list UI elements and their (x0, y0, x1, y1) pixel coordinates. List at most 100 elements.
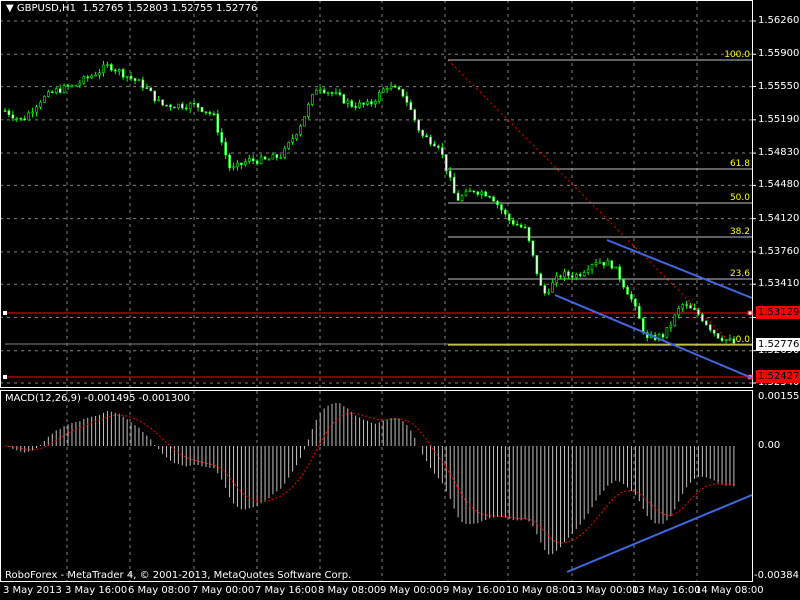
candle-body (429, 136, 432, 145)
fib-level-label: 61.8 (730, 159, 750, 169)
candle-body (23, 118, 27, 121)
candle-body (326, 92, 330, 94)
candle-body (255, 160, 259, 165)
candle-body (393, 85, 397, 88)
candle-body (409, 102, 413, 110)
candle-body (413, 109, 417, 121)
candle-body (192, 102, 196, 105)
candle-body (11, 114, 15, 119)
candle-body (444, 154, 448, 172)
candle-body (204, 111, 208, 113)
candle-body (117, 69, 121, 72)
candle-body (15, 117, 19, 120)
candle-body (492, 196, 495, 202)
candle-body (86, 76, 90, 79)
candle-body (208, 112, 212, 114)
price-axis-label: 1.53760 (758, 245, 800, 257)
candle-body (567, 271, 570, 276)
price-axis-label: 1.54120 (758, 212, 800, 224)
candle-body (263, 156, 267, 160)
candle-body (614, 266, 618, 269)
candle-body (472, 190, 476, 193)
candle-body (480, 191, 484, 195)
low-price: 1.52755 (171, 3, 213, 14)
candle-body (78, 82, 82, 86)
current-price-tag: 1.52776 (756, 338, 800, 351)
candle-body (677, 308, 681, 316)
time-axis-label: 7 May 00:00 (192, 585, 255, 596)
candle-body (405, 95, 409, 103)
candle-body (397, 87, 401, 90)
time-axis-label: 7 May 16:00 (255, 585, 318, 596)
candle-body (247, 158, 251, 162)
candle-body (161, 99, 164, 106)
candle-body (110, 64, 113, 71)
candle-body (500, 204, 503, 211)
candle-body (385, 88, 389, 90)
candle-body (598, 261, 602, 264)
time-axis-label: 13 May 00:00 (570, 585, 639, 596)
candle-body (50, 91, 54, 94)
candle-body (519, 224, 523, 228)
candle-body (318, 89, 322, 92)
copyright-footer: RoboForex - MetaTrader 4, © 2001-2013, M… (5, 570, 352, 581)
time-axis-label: 3 May 16:00 (65, 585, 128, 596)
candle-body (543, 285, 547, 294)
candle-body (452, 177, 456, 194)
close-price: 1.52776 (215, 3, 258, 14)
candle-body (94, 74, 97, 77)
candle-body (705, 320, 708, 326)
fibonacci-retracement[interactable]: 100.061.850.038.223.60.0 (0, 0, 752, 346)
chart-canvas[interactable]: 100.061.850.038.223.60.0 (0, 0, 800, 600)
candle-body (74, 84, 78, 87)
candle-body (311, 93, 314, 105)
price-axis-label: 1.54830 (758, 147, 800, 159)
macd-axis-zero: 0.00 (758, 440, 781, 451)
time-axis-label: 10 May 08:00 (506, 585, 575, 596)
candle-body (456, 192, 460, 201)
line-handle (3, 375, 7, 379)
fib-level-label: 38.2 (730, 227, 750, 237)
candle-body (114, 69, 117, 72)
main-pane-border (0, 0, 753, 388)
time-axis-label: 14 May 08:00 (695, 585, 764, 596)
candle-body (728, 338, 732, 341)
candle-body (43, 96, 46, 103)
candle-body (338, 92, 342, 95)
candle-body (47, 91, 50, 97)
candle-body (708, 324, 712, 331)
time-axis-label: 3 May 2013 (3, 585, 62, 596)
candle-body (295, 134, 298, 139)
candle-body (634, 298, 637, 307)
price-axis-label: 1.53410 (758, 278, 800, 290)
candle-body (701, 314, 704, 322)
grid (0, 0, 756, 582)
candle-body (3, 110, 7, 112)
candle-body (669, 324, 673, 328)
candle-body (638, 306, 641, 319)
candle-body (401, 88, 405, 97)
candle-body (322, 89, 326, 94)
macd-title: MACD(12,26,9) -0.001495 -0.001300 (5, 393, 190, 404)
candle-body (58, 88, 62, 93)
candle-body (141, 79, 145, 88)
open-price: 1.52765 (82, 3, 124, 14)
candle-body (129, 76, 133, 79)
candle-body (342, 94, 346, 104)
candle-body (303, 116, 306, 127)
candle-body (358, 102, 361, 108)
candle-body (484, 191, 487, 197)
candle-body (145, 87, 149, 89)
candle-body (673, 314, 677, 326)
hline-price-tag: 1.53129 (756, 306, 800, 319)
candle-body (626, 286, 629, 295)
candle-body (563, 271, 566, 278)
candle-body (464, 190, 468, 197)
candle-body (228, 154, 231, 169)
fib-level-label: 100.0 (724, 50, 750, 60)
candle-body (693, 307, 696, 311)
candle-body (137, 79, 141, 82)
symbol: GBPUSD,H1 (16, 3, 76, 14)
candle-body (283, 148, 287, 158)
candle-body (224, 141, 227, 156)
